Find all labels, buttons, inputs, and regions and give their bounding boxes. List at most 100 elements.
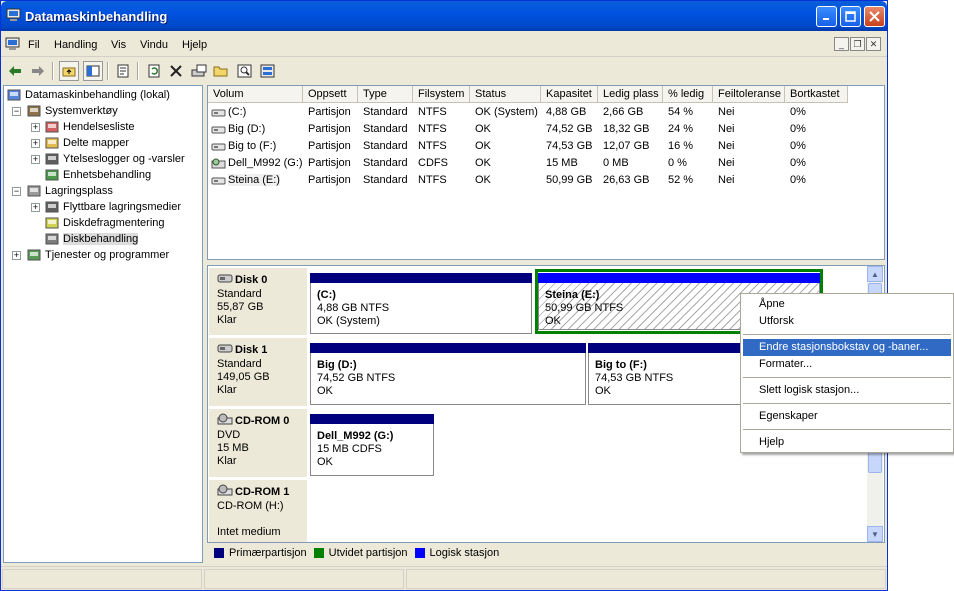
- tree-item[interactable]: Datamaskinbehandling (lokal): [6, 87, 170, 103]
- context-menu-item[interactable]: Slett logisk stasjon...: [743, 382, 951, 399]
- legend-swatch: [214, 548, 224, 558]
- tree-item[interactable]: − Lagringsplass: [12, 183, 113, 199]
- table-row[interactable]: Steina (E:) Partisjon Standard NTFS OK 50,99 …: [208, 172, 848, 189]
- column-header[interactable]: Kapasitet: [541, 86, 598, 103]
- disk-name-label: CD-ROM 0: [235, 414, 290, 427]
- tree-item[interactable]: + Tjenester og programmer: [12, 247, 169, 263]
- legend-item: Primærpartisjon: [214, 547, 307, 559]
- tree-item[interactable]: Diskdefragmentering: [44, 215, 165, 231]
- tree-item-label: Systemverktøy: [45, 105, 118, 117]
- scroll-down-button[interactable]: ▼: [867, 526, 883, 542]
- help-topics-icon: [260, 64, 275, 78]
- disk-info-4[interactable]: CD-ROM 1 CD-ROM (H:) Intet medium: [209, 480, 307, 542]
- disk-info-2[interactable]: Disk 1 Standard 149,05 GB Klar: [209, 338, 307, 406]
- context-menu-item[interactable]: Åpne: [743, 296, 951, 313]
- table-cell: 26,63 GB: [603, 174, 650, 186]
- refresh-button[interactable]: [144, 61, 164, 81]
- tools-icon: [26, 104, 42, 118]
- context-menu-item[interactable]: Endre stasjonsbokstav og -baner...: [743, 339, 951, 356]
- partition-type-bar: [310, 273, 532, 283]
- tree-expander[interactable]: +: [31, 123, 40, 132]
- tree-expander[interactable]: +: [31, 139, 40, 148]
- tree-item[interactable]: Enhetsbehandling: [44, 167, 151, 183]
- partition-status: OK: [317, 456, 333, 468]
- show-hide-tree-button[interactable]: [83, 61, 103, 81]
- partition-status: OK: [545, 315, 561, 327]
- close-icon: [869, 11, 880, 22]
- volume-icon: [211, 124, 226, 138]
- table-row[interactable]: Big to (F:) Partisjon Standard NTFS OK 74,53 …: [208, 138, 848, 155]
- title-bar[interactable]: Datamaskinbehandling: [1, 1, 887, 31]
- table-cell: 12,07 GB: [603, 140, 650, 152]
- column-header[interactable]: % ledig: [663, 86, 713, 103]
- menu-handling[interactable]: Handling: [54, 39, 97, 51]
- column-header[interactable]: Filsystem: [413, 86, 470, 103]
- delete-button[interactable]: [166, 61, 186, 81]
- mdi-restore-button[interactable]: ❐: [850, 37, 865, 51]
- forward-button[interactable]: [28, 61, 48, 81]
- table-row[interactable]: (C:) Partisjon Standard NTFS OK (System) 4,88…: [208, 104, 848, 121]
- maximize-button[interactable]: [840, 6, 861, 27]
- disk-info-1[interactable]: Disk 0 Standard 55,87 GB Klar: [209, 268, 307, 335]
- tree-item[interactable]: + Ytelseslogger og -varsler: [31, 151, 185, 167]
- table-cell: 54 %: [668, 106, 694, 118]
- tree-expander[interactable]: −: [12, 187, 21, 196]
- table-row[interactable]: Dell_M992 (G:) Partisjon Standard CDFS OK 15 …: [208, 155, 848, 172]
- mdi-close-button[interactable]: ✕: [866, 37, 881, 51]
- table-row[interactable]: Big (D:) Partisjon Standard NTFS OK 74,52 GB 1…: [208, 121, 848, 138]
- document-icon[interactable]: [5, 37, 20, 51]
- properties-button[interactable]: [113, 61, 133, 81]
- partition-big-d[interactable]: Big (D:) 74,52 GB NTFS OK: [310, 343, 586, 405]
- status-panel-1: [2, 569, 202, 589]
- partition-c[interactable]: (C:) 4,88 GB NTFS OK (System): [310, 273, 532, 334]
- disk-properties-button[interactable]: [189, 61, 209, 81]
- tree-item[interactable]: − Systemverktøy: [12, 103, 118, 119]
- volume-icon: [211, 141, 226, 155]
- column-header[interactable]: Feiltoleranse: [713, 86, 785, 103]
- menu-vindu[interactable]: Vindu: [140, 39, 168, 51]
- context-menu-item[interactable]: Hjelp: [743, 434, 951, 451]
- tree-expander[interactable]: +: [31, 155, 40, 164]
- search-button[interactable]: [235, 61, 255, 81]
- menu-fil[interactable]: Fil: [28, 39, 40, 51]
- close-button[interactable]: [864, 6, 885, 27]
- table-cell: Nei: [718, 106, 735, 118]
- computer-icon: [6, 88, 22, 102]
- context-menu-item[interactable]: Egenskaper: [743, 408, 951, 425]
- minimize-button[interactable]: [816, 6, 837, 27]
- tree-expander[interactable]: +: [31, 203, 40, 212]
- partition-type-bar: [538, 273, 820, 283]
- tree-item[interactable]: + Flyttbare lagringsmedier: [31, 199, 181, 215]
- disk-info-3[interactable]: CD-ROM 0 DVD 15 MB Klar: [209, 409, 307, 477]
- table-cell: Nei: [718, 174, 735, 186]
- tree-item-label: Hendelsesliste: [63, 121, 135, 133]
- context-menu-item[interactable]: Utforsk: [743, 313, 951, 330]
- legend-swatch: [414, 548, 425, 558]
- tree-item[interactable]: Diskbehandling: [44, 231, 139, 247]
- table-cell: Standard: [363, 140, 408, 152]
- column-header[interactable]: Ledig plass: [598, 86, 663, 103]
- help-topics-button[interactable]: [258, 61, 278, 81]
- menu-vis[interactable]: Vis: [111, 39, 126, 51]
- toolbar: [1, 58, 887, 84]
- scroll-up-button[interactable]: ▲: [867, 266, 883, 282]
- mdi-minimize-button[interactable]: _: [834, 37, 849, 51]
- tree-item[interactable]: + Delte mapper: [31, 135, 129, 151]
- tree-item[interactable]: + Hendelsesliste: [31, 119, 135, 135]
- partition-dell-m992-g[interactable]: Dell_M992 (G:) 15 MB CDFS OK: [310, 414, 434, 476]
- column-header[interactable]: Status: [470, 86, 541, 103]
- up-folder-button[interactable]: [59, 61, 79, 81]
- context-menu-item[interactable]: Formater...: [743, 356, 951, 373]
- menu-hjelp[interactable]: Hjelp: [182, 39, 207, 51]
- partition-size: 74,53 GB NTFS: [595, 372, 674, 384]
- maximize-icon: [845, 11, 856, 22]
- column-header[interactable]: Volum: [208, 86, 303, 103]
- column-header[interactable]: Type: [358, 86, 413, 103]
- column-header[interactable]: Bortkastet: [785, 86, 848, 103]
- properties-icon: [117, 64, 129, 78]
- tree-expander[interactable]: −: [12, 107, 21, 116]
- tree-expander[interactable]: +: [12, 251, 21, 260]
- back-button[interactable]: [5, 61, 25, 81]
- open-folder-button[interactable]: [211, 61, 231, 81]
- column-header[interactable]: Oppsett: [303, 86, 358, 103]
